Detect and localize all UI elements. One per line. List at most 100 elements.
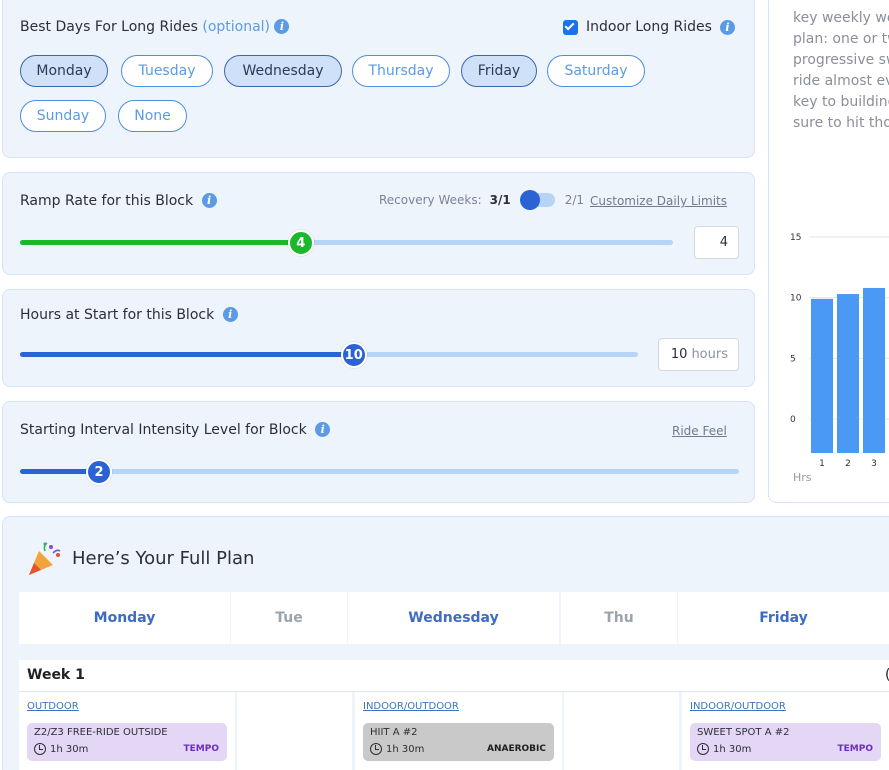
x-tick-label: 2 (845, 459, 851, 469)
summary-line: key weekly wo (793, 10, 889, 26)
hours-slider-handle[interactable]: 10 (340, 342, 367, 368)
hours-value-input[interactable]: 10 hours (658, 338, 739, 371)
recovery-weeks-label: Recovery Weeks: (379, 193, 482, 207)
ride-feel-link[interactable]: Ride Feel (672, 424, 727, 438)
intensity-title-text: Starting Interval Intensity Level for Bl… (20, 422, 307, 438)
optional-label: (optional) (202, 19, 271, 35)
week-suffix: ( (885, 667, 889, 683)
hours-panel: Hours at Start for this Block i 10 10 ho… (2, 289, 755, 387)
x-tick-label: 3 (871, 459, 877, 469)
x-tick-label: 1 (819, 459, 825, 469)
hours-unit: hours (691, 347, 728, 362)
long-rides-panel: Best Days For Long Rides (optional) i In… (2, 0, 755, 158)
summary-text: key weekly wo plan: one or tw progressive … (793, 8, 889, 134)
workout-duration-text: 1h 30m (713, 743, 752, 755)
workout-intensity-tag: TEMPO (183, 744, 220, 754)
workout-name: Z2/Z3 Free-Ride Outside (34, 727, 168, 738)
workout-card[interactable]: Sweet Spot A #2 1h 30m TEMPO (690, 723, 881, 761)
summary-panel: key weekly wo plan: one or tw progressive … (768, 0, 889, 503)
workout-type-link[interactable]: INDOOR/OUTDOOR (690, 701, 786, 712)
hours-title: Hours at Start for this Block i (20, 307, 238, 323)
info-icon[interactable]: i (719, 19, 735, 35)
chart-bar (863, 287, 885, 453)
summary-line: plan: one or tw (793, 31, 889, 47)
y-tick-label: 15 (790, 233, 801, 243)
workout-intensity-tag: TEMPO (837, 744, 874, 754)
indoor-long-rides[interactable]: Indoor Long Rides i (563, 19, 735, 35)
y-tick-label: 5 (790, 354, 796, 364)
ramp-rate-title: Ramp Rate for this Block i (20, 193, 217, 209)
day-chip-thursday[interactable]: Thursday (352, 55, 450, 87)
workout-duration-text: 1h 30m (50, 743, 89, 755)
workout-name: HIIT A #2 (370, 727, 418, 738)
ramp-rate-panel: Ramp Rate for this Block i Recovery Week… (2, 172, 755, 275)
clock-icon (370, 743, 382, 755)
day-chip-tuesday[interactable]: Tuesday (121, 55, 213, 87)
ramp-slider-handle[interactable]: 4 (287, 230, 314, 256)
summary-line: sure to hit tho (793, 115, 889, 131)
hours-slider-fill (20, 352, 354, 357)
week-row: Week 1 ( (19, 660, 889, 692)
long-rides-title: Best Days For Long Rides (optional) i (20, 19, 290, 35)
info-icon[interactable]: i (274, 19, 290, 34)
workout-duration: 1h 30m (34, 743, 88, 755)
intensity-slider-track[interactable] (20, 469, 739, 474)
day-chip-sunday[interactable]: Sunday (20, 100, 106, 132)
day-chip-monday[interactable]: Monday (20, 55, 108, 87)
customize-daily-limits-link[interactable]: Customize Daily Limits (590, 194, 727, 208)
hours-title-text: Hours at Start for this Block (20, 307, 215, 323)
chart-bar (811, 298, 833, 453)
workout-card[interactable]: HIIT A #2 1h 30m ANAEROBIC (363, 723, 554, 761)
checkmark-icon (564, 20, 575, 30)
ramp-slider-fill (20, 240, 301, 245)
intensity-panel: Starting Interval Intensity Level for Bl… (2, 401, 755, 503)
toggle-knob (519, 190, 540, 210)
workout-intensity-tag: ANAEROBIC (486, 744, 546, 754)
ramp-value-input[interactable]: 4 (694, 226, 739, 259)
summary-line: ride almost ev (793, 73, 889, 89)
x-axis-label: Hrs (793, 471, 812, 484)
day-chip-saturday[interactable]: Saturday (547, 55, 645, 87)
info-icon[interactable]: i (315, 422, 331, 437)
ramp-rate-title-text: Ramp Rate for this Block (20, 193, 194, 209)
plan-header-wednesday: Wednesday (348, 592, 559, 644)
intensity-title: Starting Interval Intensity Level for Bl… (20, 422, 331, 438)
hours-chart: 1510501234Hrs (790, 233, 889, 484)
workout-name: Sweet Spot A #2 (697, 727, 790, 738)
day-chip-none[interactable]: None (118, 100, 187, 132)
workout-card[interactable]: Z2/Z3 Free-Ride Outside 1h 30m TEMPO (27, 723, 227, 761)
workout-duration-text: 1h 30m (386, 743, 425, 755)
y-tick-label: 0 (790, 415, 796, 425)
summary-line: progressive sw (793, 52, 889, 68)
workout-duration: 1h 30m (697, 743, 751, 755)
indoor-long-rides-label: Indoor Long Rides (586, 19, 712, 35)
recovery-option-2-1[interactable]: 2/1 (565, 193, 584, 207)
week-label: Week 1 (27, 667, 85, 683)
plan-day-cell (564, 692, 679, 770)
info-icon[interactable]: i (222, 307, 238, 322)
plan-header-thu: Thu (561, 592, 677, 644)
plan-header-friday: Friday (678, 592, 889, 644)
chart-bar (837, 294, 859, 453)
plan-header-tue: Tue (231, 592, 347, 644)
y-tick-label: 10 (790, 294, 802, 304)
workout-type-link[interactable]: INDOOR/OUTDOOR (363, 701, 459, 712)
recovery-toggle[interactable] (519, 190, 555, 210)
summary-line: key to building (793, 94, 889, 110)
day-chip-friday[interactable]: Friday (461, 55, 537, 87)
workout-type-link[interactable]: OUTDOOR (27, 701, 79, 712)
long-rides-title-text: Best Days For Long Rides (20, 19, 198, 35)
recovery-option-3-1[interactable]: 3/1 (490, 193, 511, 207)
intensity-slider-handle[interactable]: 2 (86, 459, 113, 485)
plan-header-monday: Monday (19, 592, 230, 644)
plan-day-cell (237, 692, 352, 770)
day-chip-wednesday[interactable]: Wednesday (224, 55, 342, 87)
clock-icon (34, 743, 46, 755)
indoor-checkbox[interactable] (563, 19, 578, 35)
plan-title: Here’s Your Full Plan (72, 548, 255, 569)
hours-value: 10 (670, 347, 688, 362)
clock-icon (697, 743, 709, 755)
info-icon[interactable]: i (201, 193, 217, 208)
party-popper-icon (25, 539, 65, 579)
workout-duration: 1h 30m (370, 743, 424, 755)
